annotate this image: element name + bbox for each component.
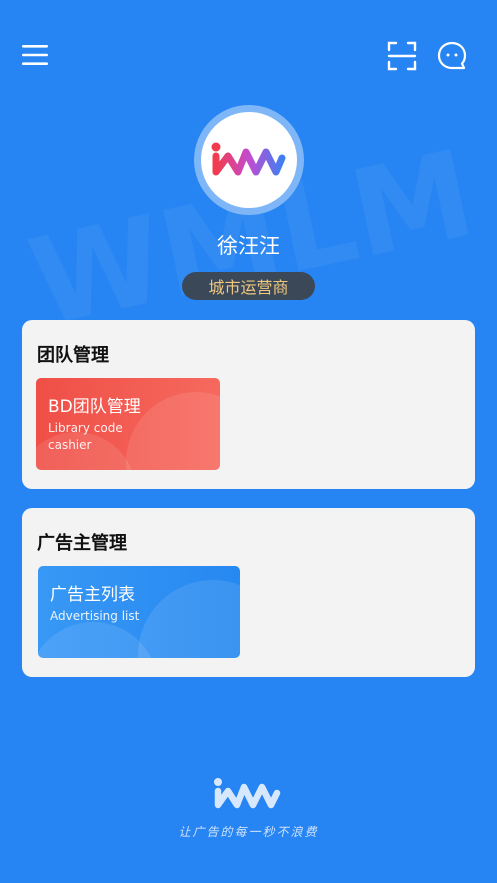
card-subtitle-line1: Library code	[48, 421, 123, 435]
role-badge: 城市运营商	[182, 272, 315, 300]
card-subtitle: Advertising list	[50, 609, 140, 623]
user-name: 徐汪汪	[217, 234, 280, 258]
avatar[interactable]	[194, 105, 304, 215]
slogan: 让广告的每一秒不浪费	[178, 825, 319, 839]
advertiser-management-panel: 广告主管理 广告主列表 Advertising list	[22, 508, 475, 677]
menu-icon[interactable]	[18, 38, 52, 72]
section-title: 团队管理	[37, 345, 109, 366]
section-title: 广告主管理	[37, 533, 127, 554]
avatar-image	[201, 112, 297, 208]
card-title: 广告主列表	[50, 585, 135, 605]
brand-logo-icon	[211, 142, 286, 176]
footer-logo-icon	[214, 778, 281, 809]
card-title: BD团队管理	[48, 397, 141, 417]
card-subtitle-line2: cashier	[48, 438, 92, 452]
advertiser-list-card[interactable]: 广告主列表 Advertising list	[38, 566, 240, 658]
team-management-panel: 团队管理 BD团队管理 Library code cashier	[22, 320, 475, 489]
scan-icon[interactable]	[384, 38, 420, 74]
bd-team-management-card[interactable]: BD团队管理 Library code cashier	[36, 378, 220, 470]
chat-icon[interactable]	[434, 38, 470, 74]
top-bar	[0, 0, 497, 110]
